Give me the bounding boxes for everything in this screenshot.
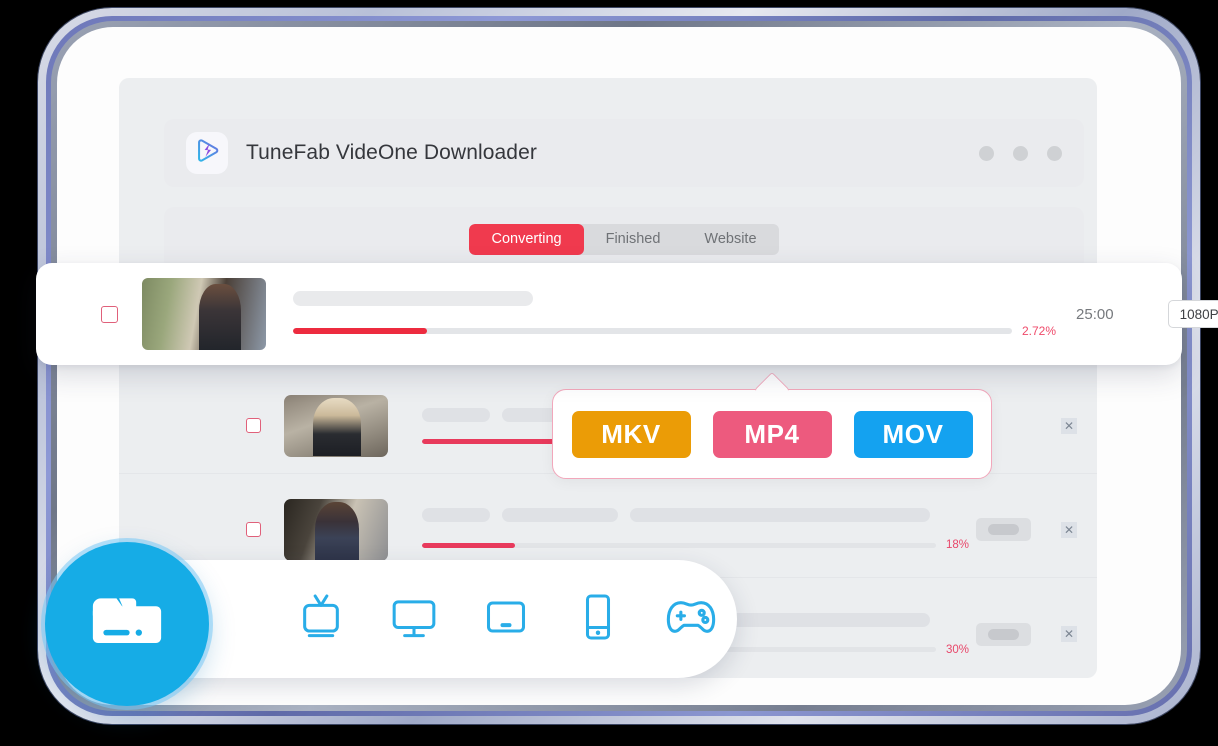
app-title: TuneFab VideOne Downloader [246, 141, 537, 164]
row-action-button[interactable] [976, 622, 1031, 646]
popup-arrow [755, 373, 789, 391]
maximize-dot-icon[interactable] [1013, 145, 1028, 161]
monitor-icon [386, 589, 442, 650]
tab-finished[interactable]: Finished [584, 224, 683, 255]
progress-percent: 30% [946, 643, 970, 656]
featured-row-content: 2.72% [293, 290, 1056, 338]
progress-fill [422, 542, 515, 548]
row-content: 18% [422, 508, 976, 551]
row-close-icon[interactable]: ✕ [1061, 626, 1077, 642]
tab-group: Converting Finished Website [469, 223, 779, 255]
row-placeholder-lines [422, 508, 976, 522]
placeholder-line [630, 508, 930, 522]
featured-row-checkbox[interactable] [101, 305, 118, 323]
progress-percent: 18% [946, 539, 970, 551]
format-option-mkv[interactable]: MKV [571, 410, 691, 458]
device-category-phone[interactable] [552, 589, 644, 650]
device-category-tv[interactable] [275, 589, 367, 650]
featured-duration: 25:00 [1076, 305, 1114, 323]
quality-select[interactable]: 1080P [1167, 300, 1218, 328]
tab-converting[interactable]: Converting [469, 223, 584, 255]
device-category-monitor[interactable] [367, 589, 459, 650]
tunefab-play-bolt-logo-icon [194, 137, 221, 169]
screenshot-stage: TuneFab VideOne Downloader Converting Fi… [0, 0, 1218, 746]
progress-track [293, 327, 1012, 334]
device-category-folder-active[interactable] [45, 542, 209, 706]
device-category-tablet[interactable] [460, 589, 552, 650]
row-checkbox[interactable] [246, 418, 261, 433]
window-controls [979, 145, 1062, 161]
tab-bar: Converting Finished Website [164, 207, 1084, 271]
folder-icon [85, 580, 169, 669]
row-progress: 18% [422, 539, 976, 551]
featured-progress-percent: 2.72% [1022, 323, 1057, 338]
row-checkbox[interactable] [246, 522, 261, 537]
device-category-game[interactable] [645, 586, 737, 653]
format-option-mov[interactable]: MOV [853, 410, 973, 458]
row-close-icon[interactable]: ✕ [1061, 417, 1077, 434]
featured-title-placeholder [293, 290, 533, 306]
placeholder-line [502, 508, 618, 522]
format-option-mp4[interactable]: MP4 [712, 410, 832, 458]
featured-download-row[interactable]: 2.72% 25:00 1080P Export Format Dowload … [36, 263, 1218, 365]
tab-website[interactable]: Website [682, 224, 778, 255]
gamepad-icon [660, 586, 722, 653]
featured-row-thumbnail [142, 278, 266, 350]
close-dot-icon[interactable] [1047, 145, 1062, 161]
tablet-icon [478, 589, 534, 650]
tv-icon [293, 589, 349, 650]
export-format-popup: MKV MP4 MOV [552, 389, 992, 479]
row-action-button[interactable] [976, 518, 1031, 541]
progress-fill [293, 327, 427, 334]
row-thumbnail [284, 498, 388, 561]
app-logo [186, 132, 228, 174]
quality-select-value: 1080P [1179, 306, 1218, 322]
phone-icon [570, 589, 626, 650]
placeholder-line [422, 508, 490, 522]
app-header: TuneFab VideOne Downloader [164, 119, 1084, 187]
placeholder-line [422, 407, 490, 422]
row-close-icon[interactable]: ✕ [1061, 521, 1077, 538]
progress-track [422, 542, 936, 548]
row-thumbnail [284, 394, 388, 457]
minimize-dot-icon[interactable] [979, 145, 994, 161]
row-action-glyph [988, 628, 1019, 640]
row-action-glyph [988, 524, 1019, 535]
featured-progress: 2.72% [293, 324, 1056, 338]
